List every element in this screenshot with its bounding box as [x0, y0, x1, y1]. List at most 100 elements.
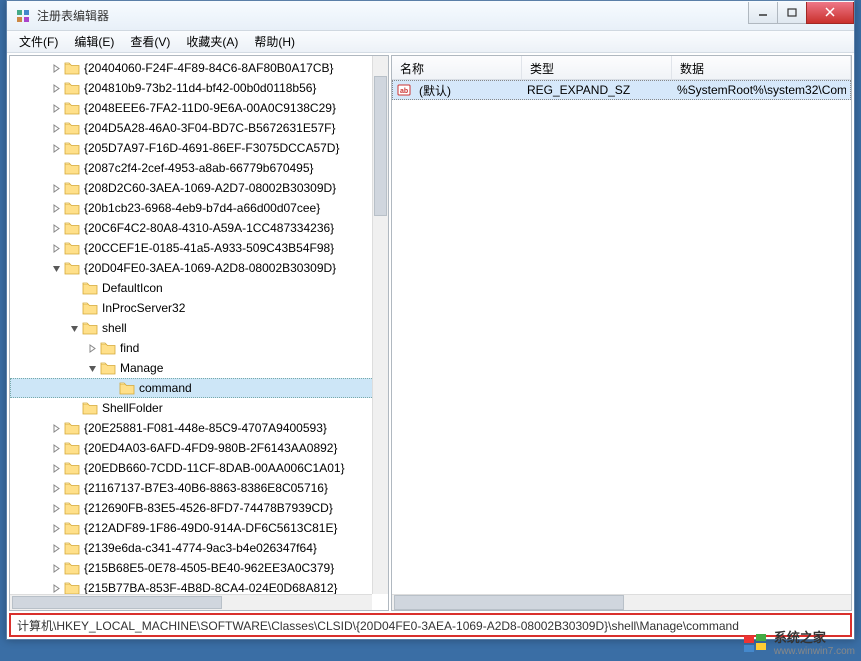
expand-icon[interactable] [50, 202, 62, 214]
tree-node[interactable]: {20CCEF1E-0185-41a5-A933-509C43B54F98} [10, 238, 388, 258]
maximize-button[interactable] [777, 2, 807, 24]
menu-edit[interactable]: 编辑(E) [66, 31, 122, 52]
menu-favorites[interactable]: 收藏夹(A) [178, 31, 246, 52]
path-text: 计算机\HKEY_LOCAL_MACHINE\SOFTWARE\Classes\… [17, 617, 739, 634]
tree-node[interactable]: {205D7A97-F16D-4691-86EF-F3075DCCA57D} [10, 138, 388, 158]
tree-node[interactable]: {208D2C60-3AEA-1069-A2D7-08002B30309D} [10, 178, 388, 198]
collapse-icon[interactable] [68, 322, 80, 334]
tree-node[interactable]: {204D5A28-46A0-3F04-BD7C-B5672631E57F} [10, 118, 388, 138]
tree-node-label: {2048EEE6-7FA2-11D0-9E6A-00A0C9138C29} [84, 101, 336, 115]
expand-icon[interactable] [50, 462, 62, 474]
tree-node-label: {20CCEF1E-0185-41a5-A933-509C43B54F98} [84, 241, 334, 255]
tree-node[interactable]: InProcServer32 [10, 298, 388, 318]
col-data[interactable]: 数据 [672, 56, 851, 79]
scroll-thumb[interactable] [374, 76, 387, 216]
tree-node[interactable]: {20404060-F24F-4F89-84C6-8AF80B0A17CB} [10, 58, 388, 78]
value-type: REG_EXPAND_SZ [523, 83, 673, 97]
tree-node-label: find [120, 341, 139, 355]
tree-node[interactable]: command [10, 378, 388, 398]
expand-icon[interactable] [50, 482, 62, 494]
window-title: 注册表编辑器 [37, 7, 749, 24]
expand-icon[interactable] [50, 502, 62, 514]
tree-node-label: {204D5A28-46A0-3F04-BD7C-B5672631E57F} [84, 121, 336, 135]
scroll-thumb[interactable] [12, 596, 222, 609]
tree-node-label: DefaultIcon [102, 281, 163, 295]
tree-node[interactable]: {20E25881-F081-448e-85C9-4707A9400593} [10, 418, 388, 438]
folder-icon [82, 301, 98, 315]
tree-node[interactable]: {2048EEE6-7FA2-11D0-9E6A-00A0C9138C29} [10, 98, 388, 118]
expand-icon[interactable] [50, 122, 62, 134]
list-body[interactable]: ab(默认)REG_EXPAND_SZ%SystemRoot%\system32… [392, 80, 851, 594]
tree-node[interactable]: {21167137-B7E3-40B6-8863-8386E8C05716} [10, 478, 388, 498]
list-header[interactable]: 名称 类型 数据 [392, 56, 851, 80]
titlebar[interactable]: 注册表编辑器 [7, 1, 854, 31]
tree-node[interactable]: {20b1cb23-6968-4eb9-b7d4-a66d00d07cee} [10, 198, 388, 218]
expand-icon[interactable] [50, 242, 62, 254]
close-button[interactable] [806, 2, 854, 24]
tree-node[interactable]: find [10, 338, 388, 358]
expand-icon[interactable] [50, 522, 62, 534]
scroll-thumb[interactable] [394, 595, 624, 610]
col-name[interactable]: 名称 [392, 56, 522, 79]
tree-node-label: InProcServer32 [102, 301, 185, 315]
tree-node[interactable]: {212ADF89-1F86-49D0-914A-DF6C5613C81E} [10, 518, 388, 538]
expand-icon[interactable] [50, 222, 62, 234]
tree-node[interactable]: {2087c2f4-2cef-4953-a8ab-66779b670495} [10, 158, 388, 178]
expand-icon[interactable] [50, 62, 62, 74]
value-list-pane: 名称 类型 数据 ab(默认)REG_EXPAND_SZ%SystemRoot%… [391, 55, 852, 611]
expand-icon[interactable] [50, 562, 62, 574]
tree-node[interactable]: {20EDB660-7CDD-11CF-8DAB-00AA006C1A01} [10, 458, 388, 478]
tree-node[interactable]: {20ED4A03-6AFD-4FD9-980B-2F6143AA0892} [10, 438, 388, 458]
expand-icon[interactable] [50, 182, 62, 194]
tree-node-label: {20ED4A03-6AFD-4FD9-980B-2F6143AA0892} [84, 441, 338, 455]
tree-node[interactable]: Manage [10, 358, 388, 378]
expander-blank [50, 162, 62, 174]
expander-blank [68, 402, 80, 414]
menu-help[interactable]: 帮助(H) [246, 31, 303, 52]
tree-node-label: {215B77BA-853F-4B8D-8CA4-024E0D68A812} [84, 581, 338, 595]
col-type[interactable]: 类型 [522, 56, 672, 79]
collapse-icon[interactable] [86, 362, 98, 374]
folder-icon [119, 381, 135, 395]
folder-icon [64, 261, 80, 275]
tree-node-label: command [139, 381, 192, 395]
tree-node[interactable]: {20D04FE0-3AEA-1069-A2D8-08002B30309D} [10, 258, 388, 278]
expand-icon[interactable] [86, 342, 98, 354]
menu-file[interactable]: 文件(F) [11, 31, 66, 52]
tree-node[interactable]: {215B68E5-0E78-4505-BE40-962EE3A0C379} [10, 558, 388, 578]
app-icon [15, 8, 31, 24]
expand-icon[interactable] [50, 102, 62, 114]
expander-blank [68, 282, 80, 294]
expand-icon[interactable] [50, 542, 62, 554]
svg-text:ab: ab [400, 88, 408, 95]
tree-pane[interactable]: {20404060-F24F-4F89-84C6-8AF80B0A17CB}{2… [9, 55, 389, 611]
menubar: 文件(F) 编辑(E) 查看(V) 收藏夹(A) 帮助(H) [7, 31, 854, 53]
list-scrollbar-horizontal[interactable] [392, 594, 851, 610]
tree-scrollbar-horizontal[interactable] [10, 594, 372, 610]
folder-icon [64, 581, 80, 595]
expand-icon[interactable] [50, 442, 62, 454]
tree-node[interactable]: ShellFolder [10, 398, 388, 418]
tree-node[interactable]: shell [10, 318, 388, 338]
list-row[interactable]: ab(默认)REG_EXPAND_SZ%SystemRoot%\system32… [392, 80, 851, 100]
expand-icon[interactable] [50, 142, 62, 154]
folder-icon [64, 101, 80, 115]
expand-icon[interactable] [50, 422, 62, 434]
tree-scrollbar-vertical[interactable] [372, 56, 388, 594]
expand-icon[interactable] [50, 582, 62, 594]
minimize-button[interactable] [748, 2, 778, 24]
tree-node[interactable]: {204810b9-73b2-11d4-bf42-00b0d0118b56} [10, 78, 388, 98]
content-area: {20404060-F24F-4F89-84C6-8AF80B0A17CB}{2… [7, 53, 854, 613]
menu-view[interactable]: 查看(V) [122, 31, 178, 52]
tree-node[interactable]: DefaultIcon [10, 278, 388, 298]
statusbar-path: 计算机\HKEY_LOCAL_MACHINE\SOFTWARE\Classes\… [9, 613, 852, 637]
folder-icon [64, 221, 80, 235]
watermark-text: 系统之家 [774, 627, 855, 646]
collapse-icon[interactable] [50, 262, 62, 274]
watermark-url: www.winwin7.com [774, 646, 855, 657]
tree-node[interactable]: {212690FB-83E5-4526-8FD7-74478B7939CD} [10, 498, 388, 518]
tree-node[interactable]: {20C6F4C2-80A8-4310-A59A-1CC487334236} [10, 218, 388, 238]
tree-node[interactable]: {2139e6da-c341-4774-9ac3-b4e026347f64} [10, 538, 388, 558]
expand-icon[interactable] [50, 82, 62, 94]
tree-node-label: shell [102, 321, 127, 335]
